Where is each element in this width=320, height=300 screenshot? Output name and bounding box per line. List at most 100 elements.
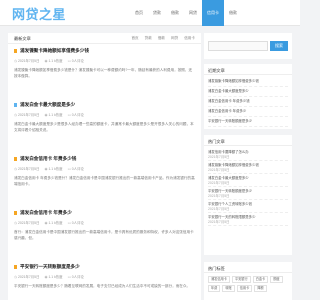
article-views: 1.1 k热度 (48, 59, 63, 63)
article-item: 浦发白金信用卡 年费多少 ◷ 2021年7月5日 ◉ 1.1 k热度 ▭ 0人评论 首… (14, 210, 195, 241)
list-item-date: 2021年7月5日 (208, 168, 230, 172)
article-comments[interactable]: 0人评论 (72, 166, 84, 171)
article-comments[interactable]: 0人评论 (72, 274, 84, 279)
article-comments[interactable]: 0人评论 (72, 58, 84, 63)
list-item-title[interactable]: 平安银行一天的转账限额是多少 (208, 215, 255, 219)
list-item-date: 2021年7月5日 (208, 155, 230, 159)
widget-title: 近期文章 (204, 64, 292, 75)
tag-link[interactable]: 降额 (254, 285, 267, 292)
article-excerpt: 浦发白金信用卡 年费多少钱是什？浦发白金信用卡是中国浦发银行推出的一款高端信用卡… (14, 176, 195, 186)
nav-item-loan[interactable]: 贷款 (148, 0, 166, 26)
article-title[interactable]: 浦发白金信用卡 年费多少 (14, 210, 195, 216)
article-views: 1.1 k热度 (48, 221, 63, 225)
nav-item-credit-card[interactable]: 信用卡 (202, 0, 224, 26)
article-date: 2021年7月5日 (17, 113, 40, 117)
tag-link[interactable]: 浦发信用卡 (208, 276, 230, 283)
eye-icon: ◉ (44, 112, 48, 117)
list-item-date: 2021年7月5日 (208, 181, 230, 185)
list-item[interactable]: 平安银行一天的转账限额是多少 2021年7月5日 (208, 213, 288, 226)
list-item-date: 2021年7月5日 (208, 207, 230, 211)
list-item[interactable]: 浦发镍聚卡降她额如享借费多少钱 2021年7月5日 (208, 161, 288, 174)
article-title[interactable]: 浦发白金信用卡 年费多少钱 (14, 156, 195, 162)
clock-icon: ◷ (14, 220, 17, 225)
eye-icon: ◉ (44, 58, 48, 63)
article-comments[interactable]: 0人评论 (72, 220, 84, 225)
nav-item-borrow[interactable]: 借款 (166, 0, 184, 26)
article-date: 2021年7月5日 (17, 221, 40, 225)
list-item-date: 2021年7月5日 (208, 194, 230, 198)
search-button[interactable]: 搜索 (270, 41, 288, 51)
list-item[interactable]: 平安银行一天转账额度是多少 (208, 117, 288, 127)
list-item[interactable]: 浦发白金卡最大额度是多少 2021年7月5日 (208, 174, 288, 187)
tags-widget: 热门标签 浦发信用卡 平安银行 白金卡 额度 年费 转账 信用卡 降额 (204, 262, 292, 300)
tag-link[interactable]: 白金卡 (252, 276, 269, 283)
list-item-title[interactable]: 浦发信用卡要降额了怎么办 (208, 150, 249, 154)
widget-title: 热门标签 (204, 262, 292, 273)
article-comments[interactable]: 0人评论 (72, 112, 84, 117)
tag-link[interactable]: 额度 (270, 276, 283, 283)
tab-loan[interactable]: 贷款 (145, 36, 152, 41)
eye-icon: ◉ (44, 274, 48, 279)
article-item: 平安银行一天转账额度是多少 ◷ 2021年7月5日 ◉ 1.1 k热度 ▭ 0人评论 … (14, 264, 195, 289)
nav-item-p2p[interactable]: 网贷 (184, 0, 202, 26)
article-date: 2021年7月5日 (17, 167, 40, 171)
list-item-title[interactable]: 浦发白金卡最大额度是多少 (208, 176, 249, 180)
list-item[interactable]: 浦发信用卡要降额了怎么办 2021年7月5日 (208, 148, 288, 161)
list-item[interactable]: 平安银行一天转账额度是多少 2021年7月5日 (208, 187, 288, 200)
article-item: 浦发白金信用卡 年费多少钱 ◷ 2021年7月5日 ◉ 1.1 k热度 ▭ 0人评论 … (14, 156, 195, 187)
article-views: 1.1 k热度 (48, 275, 63, 279)
tab-home[interactable]: 首页 (131, 36, 138, 41)
comment-icon: ▭ (67, 166, 71, 171)
nav-item-borrow-2[interactable]: 借款 (224, 0, 242, 26)
tab-credit-card[interactable]: 信用卡 (184, 36, 195, 41)
tab-borrow[interactable]: 借款 (158, 36, 165, 41)
comment-icon: ▭ (67, 112, 71, 117)
comment-icon: ▭ (67, 274, 71, 279)
list-item[interactable]: 浦发白金卡最大额度是多少 (208, 87, 288, 97)
tag-link[interactable]: 平安银行 (231, 276, 251, 283)
tab-p2p[interactable]: 网贷 (171, 36, 178, 41)
article-meta: ◷ 2021年7月5日 ◉ 1.1 k热度 ▭ 0人评论 (14, 112, 195, 118)
clock-icon: ◷ (14, 274, 17, 279)
hot-posts-widget: 热门文章 浦发信用卡要降额了怎么办 2021年7月5日 浦发镍聚卡降她额如享借费多… (204, 135, 292, 255)
list-item[interactable]: 浦发白金信用卡 年费多少钱 (208, 97, 288, 107)
article-item: 浦发白金卡最大额度是多少 ◷ 2021年7月5日 ◉ 1.1 k热度 ▭ 0人评论 浦… (14, 102, 195, 133)
article-date: 2021年7月5日 (17, 59, 40, 63)
article-title[interactable]: 浦发镍聚卡降她额如享借费多少钱 (14, 48, 195, 54)
tag-link[interactable]: 年费 (208, 285, 221, 292)
article-date: 2021年7月5日 (17, 275, 40, 279)
article-meta: ◷ 2021年7月5日 ◉ 1.1 k热度 ▭ 0人评论 (14, 274, 195, 280)
clock-icon: ◷ (14, 58, 17, 63)
tag-link[interactable]: 信用卡 (236, 285, 253, 292)
list-item[interactable]: 平安银行个人工资转账多少钱 2021年7月5日 (208, 200, 288, 213)
article-meta: ◷ 2021年7月5日 ◉ 1.1 k热度 ▭ 0人评论 (14, 166, 195, 172)
article-meta: ◷ 2021年7月5日 ◉ 1.1 k热度 ▭ 0人评论 (14, 220, 195, 226)
eye-icon: ◉ (44, 220, 48, 225)
clock-icon: ◷ (14, 112, 17, 117)
comment-icon: ▭ (67, 58, 71, 63)
site-logo[interactable]: 网贷之星 (12, 4, 66, 23)
list-item-title[interactable]: 平安银行个人工资转账多少钱 (208, 202, 252, 206)
article-title[interactable]: 浦发白金卡最大额度是多少 (14, 102, 195, 108)
main-header: 最新文章 首页 贷款 借款 网贷 信用卡 (8, 33, 201, 44)
article-excerpt: 浦发白金卡最大额度是多少是很多人经办理一些高的额度卡，并通常卡最大额度是多少是开… (14, 122, 194, 132)
tag-link[interactable]: 转账 (222, 285, 235, 292)
search-widget: 搜索 (204, 33, 292, 59)
search-input[interactable] (208, 41, 268, 51)
list-item[interactable]: 浦发镍聚卡降她额如享借费多少钱 (208, 77, 288, 87)
article-excerpt: 首行：浦发白金信用卡是中国浦发银行推出的一款高端信用卡，是卡具有优质的服务和特权… (14, 230, 194, 240)
nav-item-home[interactable]: 首页 (130, 0, 148, 26)
list-item[interactable]: 浦发白金信用卡 年费多少 (208, 107, 288, 117)
hot-list: 浦发信用卡要降额了怎么办 2021年7月5日 浦发镍聚卡降她额如享借费多少钱 202… (204, 146, 292, 228)
main-content: 最新文章 首页 贷款 借款 网贷 信用卡 浦发镍聚卡降她额如享借费多少钱 ◷ 20… (8, 33, 201, 300)
list-item-title[interactable]: 平安银行一天转账额度是多少 (208, 189, 252, 193)
list-item-title[interactable]: 浦发镍聚卡降她额如享借费多少钱 (208, 163, 259, 167)
site-header: 网贷之星 首页 贷款 借款 网贷 信用卡 借款 (0, 0, 300, 26)
article-excerpt: 浦发镍聚卡降她额如享借费多少钱是什？浦发镍聚卡可以一种费额约吗?一年，随延有最获… (14, 68, 193, 78)
article-views: 1.1 k热度 (48, 167, 63, 171)
widget-title: 热门文章 (204, 135, 292, 146)
eye-icon: ◉ (44, 166, 48, 171)
article-title[interactable]: 平安银行一天转账额度是多少 (14, 264, 195, 270)
article-item: 浦发镍聚卡降她额如享借费多少钱 ◷ 2021年7月5日 ◉ 1.1 k热度 ▭ 0人评… (14, 48, 195, 79)
recent-list: 浦发镍聚卡降她额如享借费多少钱 浦发白金卡最大额度是多少 浦发白金信用卡 年费多… (204, 75, 292, 129)
